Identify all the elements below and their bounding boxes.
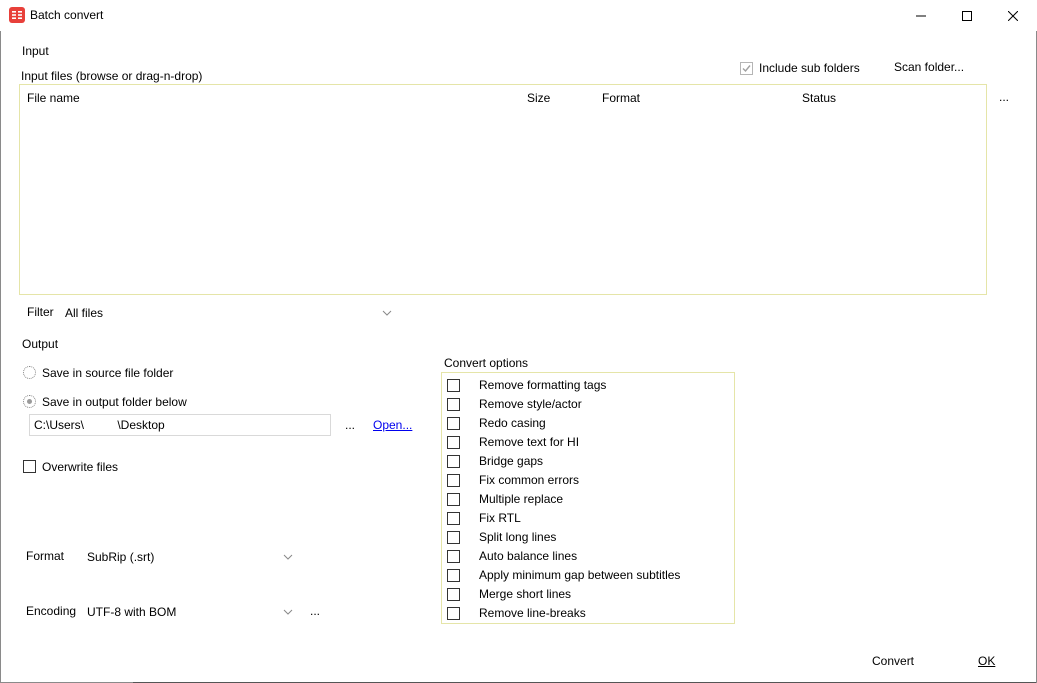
encoding-more-button[interactable]: ... xyxy=(310,604,320,618)
open-output-folder-link[interactable]: Open... xyxy=(373,418,412,432)
column-header-status[interactable]: Status xyxy=(802,91,836,105)
minimize-icon xyxy=(916,15,926,16)
chevron-down-icon xyxy=(283,609,293,615)
output-folder-field[interactable]: C:\Users\ \Desktop xyxy=(29,414,331,436)
ok-button[interactable]: OK xyxy=(978,654,995,668)
list-item[interactable]: Remove style/actor xyxy=(442,394,732,413)
encoding-label: Encoding xyxy=(26,604,77,618)
option-label: Remove style/actor xyxy=(479,397,582,411)
close-button[interactable] xyxy=(990,0,1036,31)
option-label: Remove formatting tags xyxy=(479,378,607,392)
option-checkbox[interactable] xyxy=(447,379,460,392)
option-checkbox[interactable] xyxy=(447,512,460,525)
option-checkbox[interactable] xyxy=(447,493,460,506)
option-label: Fix RTL xyxy=(479,511,521,525)
list-item[interactable]: Auto balance lines xyxy=(442,546,732,565)
format-value: SubRip (.srt) xyxy=(87,550,155,564)
option-checkbox[interactable] xyxy=(447,455,460,468)
app-icon xyxy=(9,7,25,23)
list-item[interactable]: Split long lines xyxy=(442,527,732,546)
list-item[interactable]: Remove line-breaks xyxy=(442,603,732,622)
option-label: Bridge gaps xyxy=(479,454,544,468)
option-checkbox[interactable] xyxy=(447,436,460,449)
option-label: Apply minimum gap between subtitles xyxy=(479,568,681,582)
option-label: Auto balance lines xyxy=(479,549,578,563)
filter-value: All files xyxy=(65,306,104,320)
chevron-down-icon xyxy=(283,554,293,560)
encoding-value: UTF-8 with BOM xyxy=(87,605,177,619)
browse-output-folder-button[interactable]: ... xyxy=(345,418,355,432)
list-item[interactable]: Multiple replace xyxy=(442,489,732,508)
minimize-button[interactable] xyxy=(898,0,944,31)
save-output-folder-label[interactable]: Save in output folder below xyxy=(42,395,187,409)
option-label: Merge short lines xyxy=(479,587,572,601)
option-checkbox[interactable] xyxy=(447,531,460,544)
option-label: Remove line-breaks xyxy=(479,606,586,620)
maximize-button[interactable] xyxy=(944,0,990,31)
convert-button[interactable]: Convert xyxy=(872,654,914,668)
option-checkbox[interactable] xyxy=(447,607,460,620)
save-source-folder-radio[interactable] xyxy=(23,366,36,379)
filter-combobox[interactable]: All files xyxy=(61,302,395,322)
browse-input-files-button[interactable]: ... xyxy=(999,90,1009,104)
list-item[interactable]: Remove formatting tags xyxy=(442,375,732,394)
window-title: Batch convert xyxy=(30,8,104,22)
list-item[interactable]: Fix RTL xyxy=(442,508,732,527)
include-sub-folders-checkbox[interactable] xyxy=(740,62,753,75)
save-source-folder-label[interactable]: Save in source file folder xyxy=(42,366,173,380)
column-header-size[interactable]: Size xyxy=(527,91,550,105)
convert-options-label: Convert options xyxy=(444,356,529,370)
option-label: Fix common errors xyxy=(479,473,580,487)
input-files-list[interactable]: File name Size Format Status xyxy=(19,84,987,295)
save-output-folder-radio[interactable] xyxy=(23,395,36,408)
column-header-format[interactable]: Format xyxy=(602,91,640,105)
scan-folder-button[interactable]: Scan folder... xyxy=(894,60,964,74)
input-section-label: Input xyxy=(22,44,49,58)
option-checkbox[interactable] xyxy=(447,569,460,582)
option-label: Redo casing xyxy=(479,416,546,430)
option-checkbox[interactable] xyxy=(447,417,460,430)
list-item[interactable]: Redo casing xyxy=(442,413,732,432)
format-combobox[interactable]: SubRip (.srt) xyxy=(83,546,297,566)
option-checkbox[interactable] xyxy=(447,550,460,563)
overwrite-files-label[interactable]: Overwrite files xyxy=(42,460,118,474)
filter-label: Filter xyxy=(27,305,54,319)
list-item[interactable]: Fix common errors xyxy=(442,470,732,489)
list-item[interactable]: Bridge gaps xyxy=(442,451,732,470)
option-checkbox[interactable] xyxy=(447,474,460,487)
output-folder-value: C:\Users\ \Desktop xyxy=(34,418,165,432)
option-checkbox[interactable] xyxy=(447,588,460,601)
list-item[interactable]: Merge short lines xyxy=(442,584,732,603)
include-sub-folders-label[interactable]: Include sub folders xyxy=(759,61,860,75)
list-item[interactable]: Remove text for HI xyxy=(442,432,732,451)
option-label: Remove text for HI xyxy=(479,435,580,449)
option-label: Split long lines xyxy=(479,530,557,544)
output-section-label: Output xyxy=(22,337,59,351)
checkmark-icon xyxy=(742,65,751,73)
close-icon xyxy=(1008,10,1018,21)
format-label: Format xyxy=(26,549,65,563)
encoding-combobox[interactable]: UTF-8 with BOM xyxy=(83,601,297,621)
input-files-label: Input files (browse or drag-n-drop) xyxy=(21,69,203,83)
title-bar[interactable]: Batch convert xyxy=(0,0,1037,31)
option-checkbox[interactable] xyxy=(447,398,460,411)
maximize-icon xyxy=(962,10,972,21)
overwrite-files-checkbox[interactable] xyxy=(23,460,36,473)
list-item[interactable]: Apply minimum gap between subtitles xyxy=(442,565,732,584)
chevron-down-icon xyxy=(382,310,392,316)
option-label: Multiple replace xyxy=(479,492,564,506)
convert-options-list[interactable]: Remove formatting tags Remove style/acto… xyxy=(441,372,735,624)
column-header-file-name[interactable]: File name xyxy=(27,91,80,105)
